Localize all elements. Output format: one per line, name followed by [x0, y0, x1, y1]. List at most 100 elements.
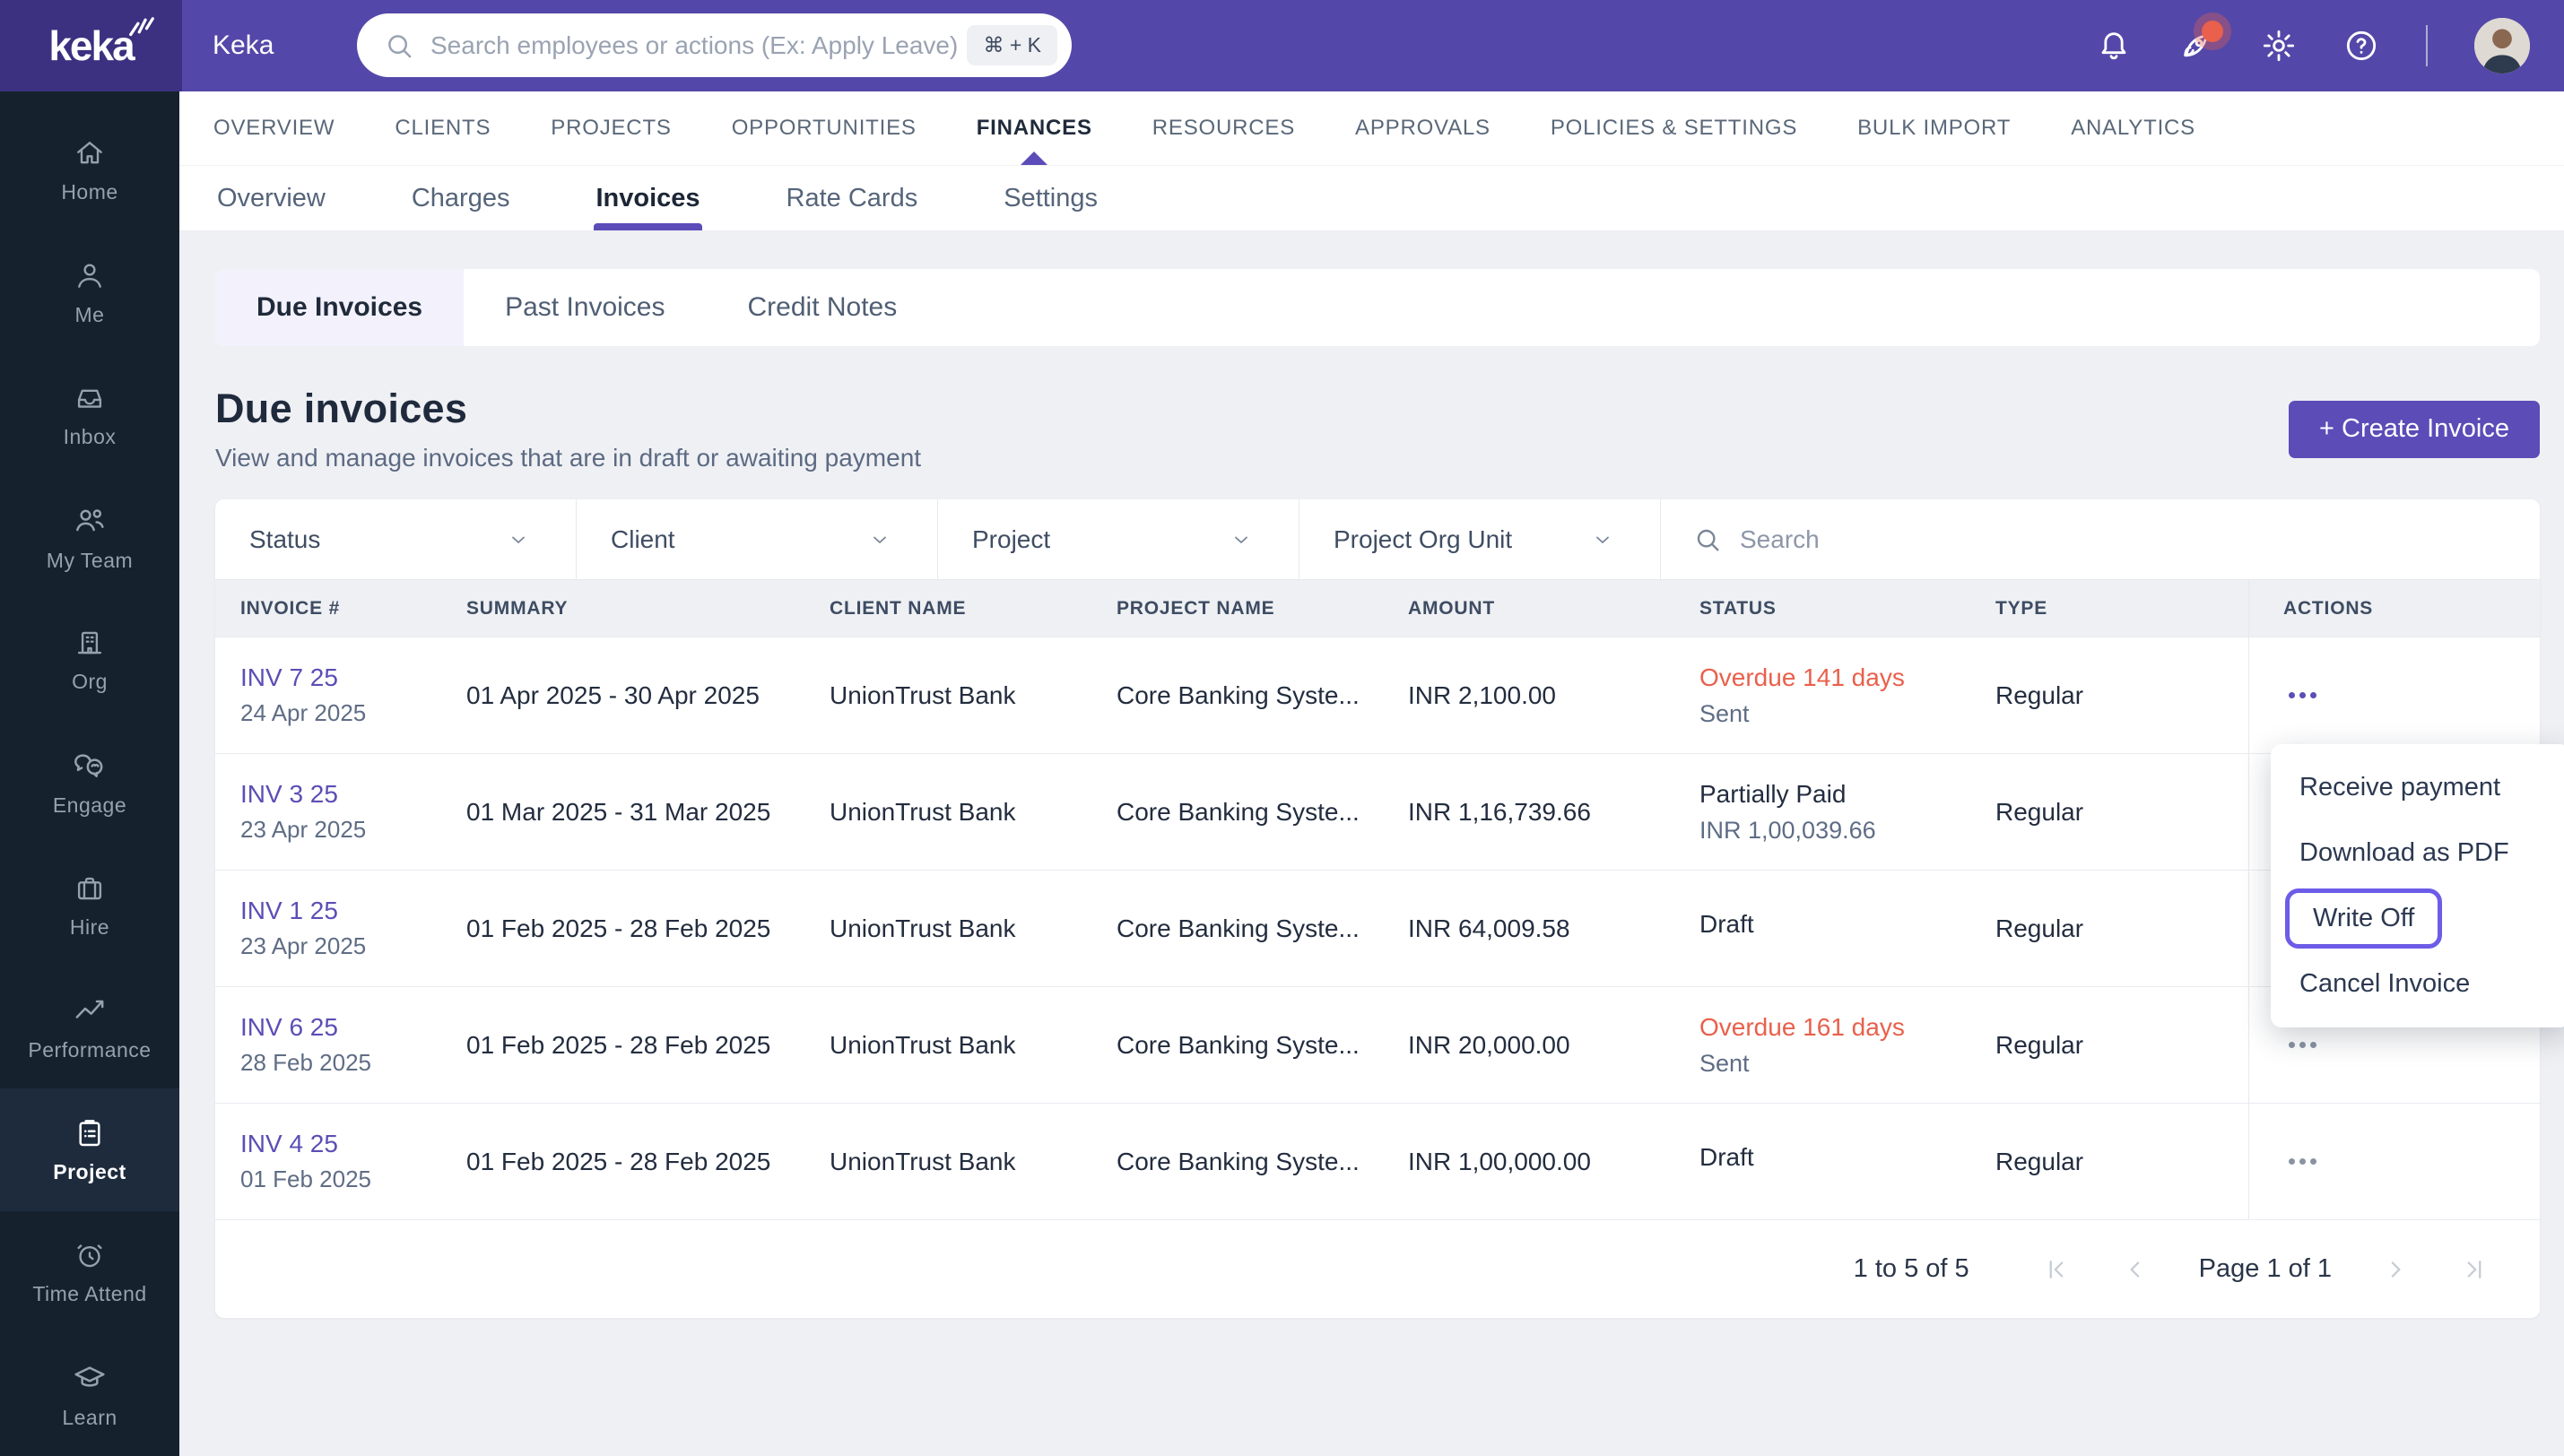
search-icon	[1697, 529, 1719, 551]
table-search-placeholder: Search	[1740, 524, 1820, 553]
next-page-button[interactable]	[2380, 1254, 2411, 1285]
amount-cell: INR 1,00,000.00	[1408, 1147, 1591, 1175]
invoice-link[interactable]: INV 3 25	[240, 780, 466, 809]
col-header-status: STATUS	[1699, 597, 1777, 619]
org-unit-filter-label: Project Org Unit	[1334, 524, 1513, 553]
keka-logo[interactable]: keka	[0, 0, 182, 91]
help-icon[interactable]	[2343, 28, 2379, 64]
subtab-charges[interactable]: Charges	[412, 166, 510, 230]
sidebar-item-my-team[interactable]: My Team	[0, 477, 179, 600]
avatar[interactable]	[2474, 18, 2530, 74]
subtab-settings[interactable]: Settings	[1004, 166, 1098, 230]
sidebar-item-inbox[interactable]: Inbox	[0, 354, 179, 477]
global-search-input[interactable]: Search employees or actions (Ex: Apply L…	[357, 13, 1072, 77]
sidebar-item-org[interactable]: Org	[0, 599, 179, 722]
trend-icon	[75, 1000, 104, 1018]
tab-past-invoices[interactable]: Past Invoices	[464, 269, 706, 346]
menu-item-write-off[interactable]: Write Off	[2271, 886, 2564, 951]
summary-cell: 01 Feb 2025 - 28 Feb 2025	[466, 1147, 771, 1175]
chevron-down-icon	[1235, 536, 1247, 543]
inbox-icon	[77, 389, 102, 409]
project-filter-dropdown[interactable]: Project	[938, 499, 1299, 579]
amount-cell: INR 1,16,739.66	[1408, 797, 1591, 826]
rocket-icon[interactable]	[2178, 21, 2223, 64]
menu-item-cancel-invoice[interactable]: Cancel Invoice	[2271, 951, 2564, 1017]
page-subtitle: View and manage invoices that are in dra…	[215, 444, 922, 472]
sidebar-item-hire[interactable]: Hire	[0, 844, 179, 966]
col-header-summary: SUMMARY	[466, 597, 569, 619]
invoice-link[interactable]: INV 1 25	[240, 897, 466, 925]
subtab-overview[interactable]: Overview	[217, 166, 326, 230]
status-line1: Draft	[1699, 910, 1754, 938]
sidebar-item-home[interactable]: Home	[0, 109, 179, 232]
top-bar: keka Keka Search employees or actions (E…	[0, 0, 2564, 91]
table-footer: 1 to 5 of 5 Page 1 of 1	[215, 1219, 2540, 1318]
status-line2: INR 1,00,039.66	[1699, 816, 1876, 844]
status-filter-dropdown[interactable]: Status	[215, 499, 577, 579]
org-unit-filter-dropdown[interactable]: Project Org Unit	[1299, 499, 1661, 579]
briefcase-icon	[77, 877, 102, 899]
client-filter-label: Client	[611, 524, 675, 553]
status-line2: Sent	[1699, 699, 1750, 727]
col-header-amount: AMOUNT	[1408, 597, 1495, 619]
sidebar-item-project[interactable]: Project	[0, 1088, 179, 1211]
grad-cap-icon	[74, 1366, 105, 1387]
prev-page-button[interactable]	[2120, 1254, 2151, 1285]
project-cell: Core Banking Syste...	[1117, 914, 1360, 942]
sidebar-item-time-attend[interactable]: Time Attend	[0, 1211, 179, 1334]
chevron-down-icon	[512, 536, 525, 543]
status-filter-label: Status	[249, 524, 321, 553]
home-icon	[77, 142, 102, 164]
gear-icon[interactable]	[2261, 28, 2297, 64]
tab-analytics[interactable]: ANALYTICS	[2071, 91, 2195, 165]
client-cell: UnionTrust Bank	[830, 1147, 1016, 1175]
chevron-down-icon	[1596, 536, 1609, 543]
tab-opportunities[interactable]: OPPORTUNITIES	[732, 91, 917, 165]
invoice-link[interactable]: INV 4 25	[240, 1130, 466, 1158]
tab-overview[interactable]: OVERVIEW	[213, 91, 335, 165]
summary-cell: 01 Feb 2025 - 28 Feb 2025	[466, 914, 771, 942]
bell-icon[interactable]	[2096, 28, 2132, 64]
sidebar-item-performance[interactable]: Performance	[0, 966, 179, 1089]
write-off-highlight[interactable]: Write Off	[2285, 888, 2443, 949]
project-cell: Core Banking Syste...	[1117, 1147, 1360, 1175]
sidebar-label: Learn	[62, 1405, 117, 1429]
tab-approvals[interactable]: APPROVALS	[1355, 91, 1491, 165]
person-icon	[78, 264, 101, 288]
row-actions-menu-button[interactable]	[2283, 1033, 2322, 1057]
tab-resources[interactable]: RESOURCES	[1152, 91, 1295, 165]
sidebar-item-engage[interactable]: Engage	[0, 722, 179, 845]
subtab-invoices[interactable]: Invoices	[594, 166, 702, 230]
client-cell: UnionTrust Bank	[830, 1030, 1016, 1059]
menu-item-receive-payment[interactable]: Receive payment	[2271, 755, 2564, 820]
tab-bulk-import[interactable]: BULK IMPORT	[1857, 91, 2011, 165]
sidebar-label: Me	[74, 302, 105, 326]
invoice-date: 28 Feb 2025	[240, 1049, 372, 1076]
row-actions-menu-button[interactable]	[2283, 683, 2322, 707]
tab-policies-settings[interactable]: POLICIES & SETTINGS	[1551, 91, 1797, 165]
tab-finances[interactable]: FINANCES	[977, 91, 1092, 165]
create-invoice-button[interactable]: + Create Invoice	[2289, 400, 2540, 458]
sidebar-label: My Team	[46, 548, 134, 572]
invoice-link[interactable]: INV 6 25	[240, 1013, 466, 1042]
subtab-rate-cards[interactable]: Rate Cards	[787, 166, 918, 230]
tab-projects[interactable]: PROJECTS	[551, 91, 671, 165]
table-row: INV 7 25 24 Apr 2025 01 Apr 2025 - 30 Apr…	[215, 637, 2540, 753]
filter-bar: Status Client Project Project Org Unit S…	[215, 499, 2540, 580]
tab-clients[interactable]: CLIENTS	[395, 91, 491, 165]
first-page-button[interactable]	[2041, 1254, 2072, 1285]
page-title: Due invoices	[215, 386, 468, 431]
client-filter-dropdown[interactable]: Client	[577, 499, 938, 579]
status-line1: Partially Paid	[1699, 779, 1847, 808]
sidebar-item-learn[interactable]: Learn	[0, 1333, 179, 1456]
sidebar-item-me[interactable]: Me	[0, 232, 179, 355]
menu-item-download-pdf[interactable]: Download as PDF	[2271, 820, 2564, 886]
notification-badge	[2202, 21, 2223, 42]
tab-credit-notes[interactable]: Credit Notes	[707, 269, 939, 346]
table-search-input[interactable]: Search	[1661, 499, 2540, 579]
tab-due-invoices[interactable]: Due Invoices	[215, 269, 465, 346]
last-page-button[interactable]	[2459, 1254, 2490, 1285]
invoice-link[interactable]: INV 7 25	[240, 663, 466, 692]
status-line2: Sent	[1699, 1049, 1750, 1077]
row-actions-menu-button[interactable]	[2283, 1149, 2322, 1174]
